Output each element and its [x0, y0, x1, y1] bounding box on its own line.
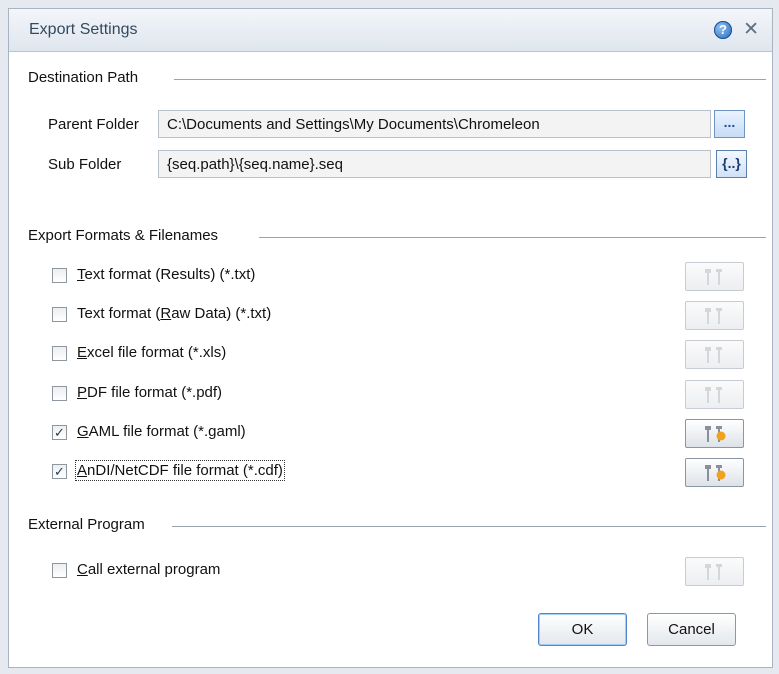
option-label: Text format (Results) (*.txt)	[77, 266, 256, 283]
tools-settings-icon	[705, 465, 726, 481]
format-option-gaml[interactable]: ✓ GAML file format (*.gaml)	[52, 422, 752, 446]
external-program-header: External Program	[28, 516, 145, 533]
checkbox-andi-netcdf[interactable]: ✓	[52, 464, 67, 479]
tools-settings-icon	[705, 347, 722, 363]
external-program-settings-button[interactable]	[685, 557, 744, 586]
parent-folder-label: Parent Folder	[48, 116, 139, 133]
format-settings-button-gaml[interactable]	[685, 419, 744, 448]
format-settings-button-andi-netcdf[interactable]	[685, 458, 744, 487]
format-option-text-raw[interactable]: Text format (Raw Data) (*.txt)	[52, 304, 752, 328]
format-option-text-results[interactable]: Text format (Results) (*.txt)	[52, 265, 752, 289]
option-label: AnDI/NetCDF file format (*.cdf)	[75, 460, 285, 481]
tools-settings-icon	[705, 564, 722, 580]
format-settings-button-pdf[interactable]	[685, 380, 744, 409]
option-label: Text format (Raw Data) (*.txt)	[77, 305, 272, 322]
checkbox-gaml[interactable]: ✓	[52, 425, 67, 440]
option-label: PDF file format (*.pdf)	[77, 384, 223, 401]
tools-settings-icon	[705, 308, 722, 324]
external-program-option[interactable]: Call external program	[52, 560, 752, 584]
insert-variable-button[interactable]: {..}	[716, 150, 747, 178]
export-formats-header: Export Formats & Filenames	[28, 227, 219, 244]
format-settings-button-text-results[interactable]	[685, 262, 744, 291]
ok-button[interactable]: OK	[538, 613, 627, 646]
tools-settings-icon	[705, 426, 726, 442]
sub-folder-label: Sub Folder	[48, 156, 122, 173]
checkbox-pdf[interactable]	[52, 386, 67, 401]
tools-settings-icon	[705, 387, 722, 403]
section-divider	[174, 79, 766, 80]
browse-folder-button[interactable]: ...	[714, 110, 745, 138]
format-settings-button-text-raw[interactable]	[685, 301, 744, 330]
checkbox-text-raw[interactable]	[52, 307, 67, 322]
format-option-excel[interactable]: Excel file format (*.xls)	[52, 343, 752, 367]
format-option-pdf[interactable]: PDF file format (*.pdf)	[52, 383, 752, 407]
checkbox-excel[interactable]	[52, 346, 67, 361]
checkbox-text-results[interactable]	[52, 268, 67, 283]
dialog-title: Export Settings	[29, 21, 138, 38]
destination-path-header: Destination Path	[28, 69, 139, 86]
close-icon[interactable]: ✕	[743, 18, 759, 41]
format-option-andi-netcdf[interactable]: ✓ AnDI/NetCDF file format (*.cdf)	[52, 460, 752, 485]
tools-settings-icon	[705, 269, 722, 285]
dialog-content: Destination Path Parent Folder ... Sub F…	[9, 52, 772, 667]
section-divider	[259, 237, 766, 238]
option-label: Call external program	[77, 561, 221, 578]
checkbox-call-external-program[interactable]	[52, 563, 67, 578]
option-label: Excel file format (*.xls)	[77, 344, 227, 361]
format-settings-button-excel[interactable]	[685, 340, 744, 369]
title-bar: Export Settings ? ✕	[9, 9, 772, 52]
sub-folder-input[interactable]	[158, 150, 711, 178]
option-label: GAML file format (*.gaml)	[77, 423, 246, 440]
parent-folder-input[interactable]	[158, 110, 711, 138]
export-settings-dialog: Export Settings ? ✕ Destination Path Par…	[8, 8, 773, 668]
help-icon[interactable]: ?	[714, 21, 732, 39]
cancel-button[interactable]: Cancel	[647, 613, 736, 646]
section-divider	[172, 526, 766, 527]
